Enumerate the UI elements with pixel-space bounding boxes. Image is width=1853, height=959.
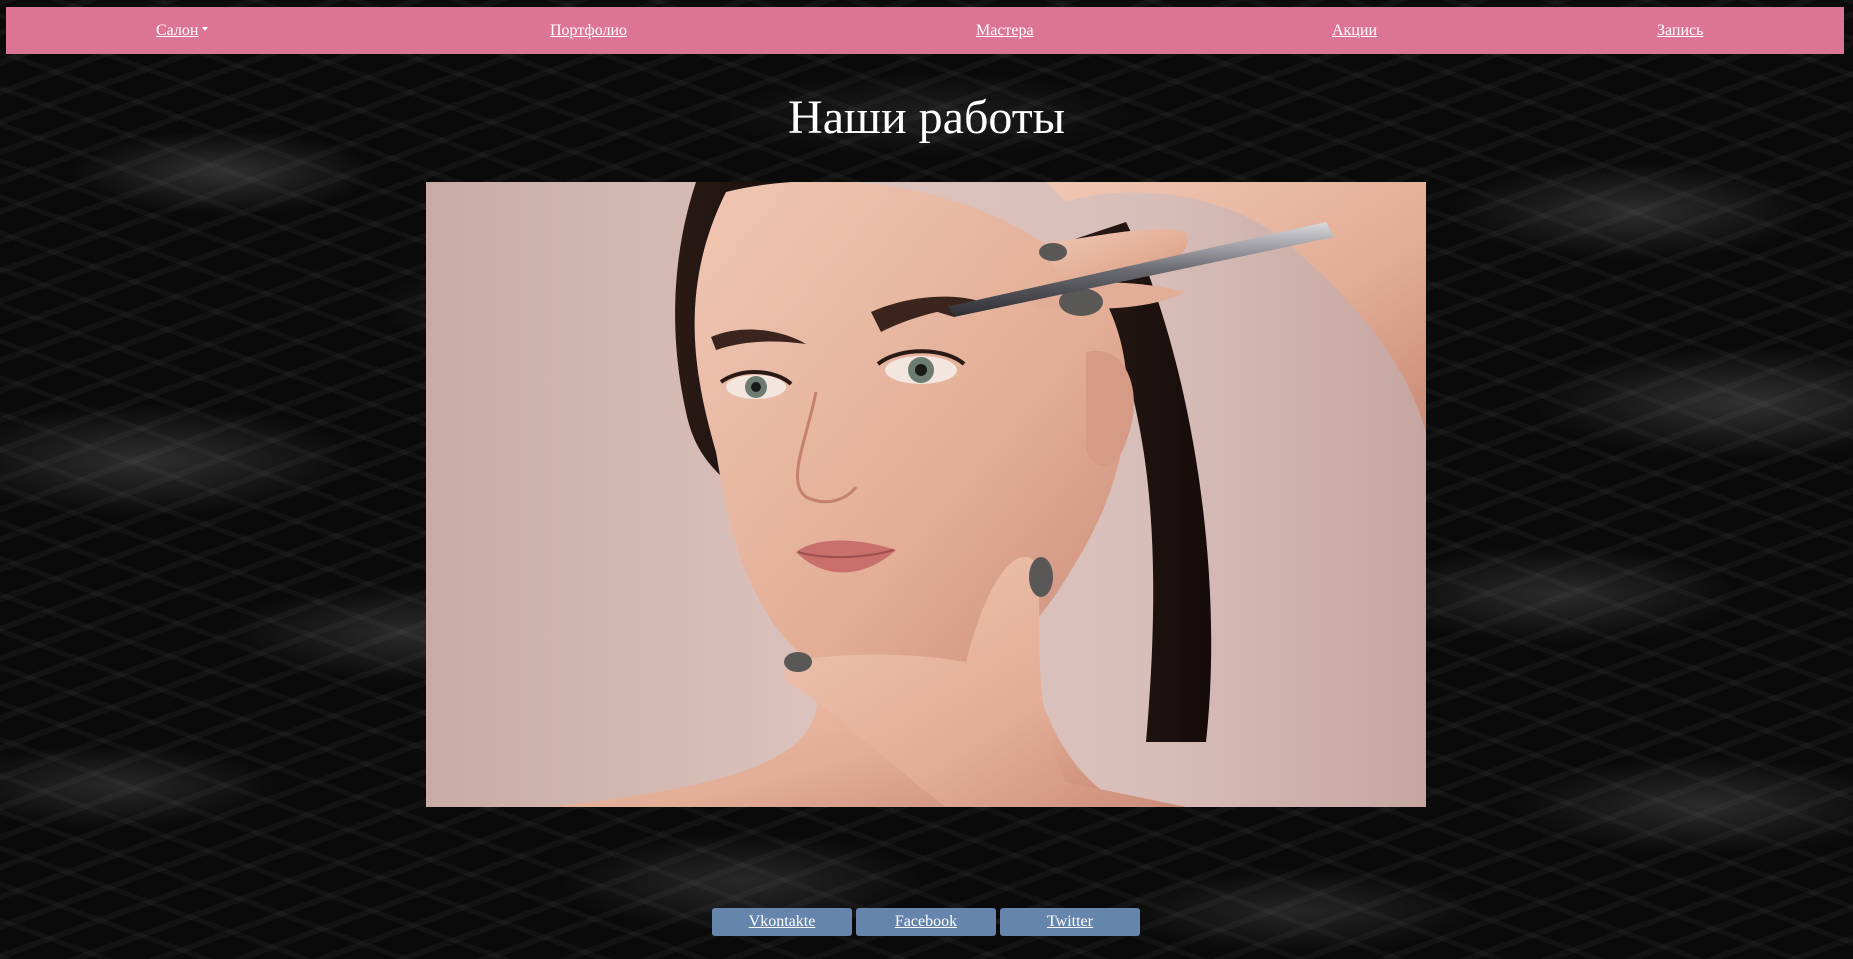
nav-masters[interactable]: Мастера [976, 7, 1034, 54]
nav-portfolio[interactable]: Портфолио [550, 7, 627, 54]
twitter-button[interactable]: Twitter [1000, 908, 1140, 936]
nav-salon-label: Салон [156, 22, 199, 39]
page-title: Наши работы [788, 91, 1065, 144]
nav-booking[interactable]: Запись [1657, 7, 1703, 54]
social-links: Vkontakte Facebook Twitter [712, 908, 1140, 936]
nav-salon-dropdown[interactable]: Салон [156, 7, 209, 54]
portfolio-image [426, 182, 1426, 807]
vkontakte-button[interactable]: Vkontakte [712, 908, 852, 936]
facebook-button[interactable]: Facebook [856, 908, 996, 936]
top-navbar: Салон Портфолио Мастера Акции Запись [6, 7, 1844, 54]
nav-promotions[interactable]: Акции [1332, 7, 1377, 54]
caret-down-icon [202, 27, 209, 32]
